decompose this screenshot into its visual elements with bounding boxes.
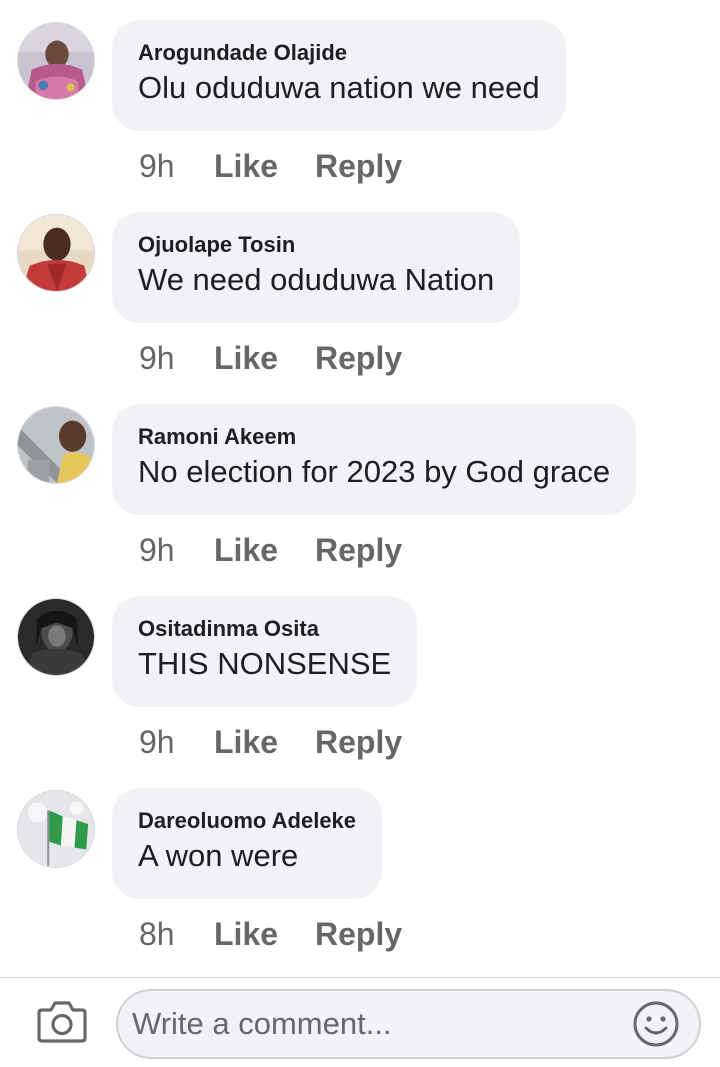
reply-button[interactable]: Reply bbox=[315, 724, 402, 761]
comment-item: Ramoni Akeem No election for 2023 by God… bbox=[0, 384, 720, 576]
avatar[interactable] bbox=[17, 22, 95, 100]
avatar[interactable] bbox=[17, 406, 95, 484]
comment-bubble: Arogundade Olajide Olu oduduwa nation we… bbox=[112, 20, 566, 131]
reply-button[interactable]: Reply bbox=[315, 916, 402, 953]
like-button[interactable]: Like bbox=[214, 916, 315, 953]
comment-timestamp[interactable]: 8h bbox=[139, 916, 214, 953]
comment-author[interactable]: Ramoni Akeem bbox=[138, 424, 610, 450]
profile-photo-icon bbox=[18, 23, 94, 99]
comment-author[interactable]: Arogundade Olajide bbox=[138, 40, 540, 66]
reply-button[interactable]: Reply bbox=[315, 532, 402, 569]
comment-actions: 9h Like Reply bbox=[139, 338, 402, 378]
comment-bubble: Ramoni Akeem No election for 2023 by God… bbox=[112, 404, 637, 515]
comment-actions: 9h Like Reply bbox=[139, 722, 402, 762]
comment-text: Olu oduduwa nation we need bbox=[138, 70, 540, 105]
reply-button[interactable]: Reply bbox=[315, 340, 402, 377]
comment-bubble: Ositadinma Osita THIS NONSENSE bbox=[112, 596, 418, 707]
like-button[interactable]: Like bbox=[214, 340, 315, 377]
comment-bubble: Ojuolape Tosin We need oduduwa Nation bbox=[112, 212, 521, 323]
comment-composer bbox=[0, 977, 720, 1067]
avatar[interactable] bbox=[17, 214, 95, 292]
smiley-icon[interactable] bbox=[632, 1000, 680, 1048]
comment-actions: 9h Like Reply bbox=[139, 530, 402, 570]
camera-icon[interactable] bbox=[36, 998, 88, 1044]
comment-text: No election for 2023 by God grace bbox=[138, 454, 611, 489]
comment-input[interactable] bbox=[116, 989, 701, 1059]
avatar[interactable] bbox=[17, 598, 95, 676]
comment-author[interactable]: Ositadinma Osita bbox=[138, 616, 391, 642]
comment-item: Ojuolape Tosin We need oduduwa Nation 9h… bbox=[0, 192, 720, 384]
reply-button[interactable]: Reply bbox=[315, 148, 402, 185]
comment-item: Dareoluomo Adeleke A won were 8h Like Re… bbox=[0, 768, 720, 960]
comment-bubble: Dareoluomo Adeleke A won were bbox=[112, 788, 383, 899]
comment-item: Ositadinma Osita THIS NONSENSE 9h Like R… bbox=[0, 576, 720, 768]
comment-text: We need oduduwa Nation bbox=[138, 262, 495, 297]
profile-photo-icon bbox=[18, 407, 94, 483]
profile-photo-icon bbox=[18, 215, 94, 291]
comment-timestamp[interactable]: 9h bbox=[139, 532, 214, 569]
comment-timestamp[interactable]: 9h bbox=[139, 148, 214, 185]
comment-item: Arogundade Olajide Olu oduduwa nation we… bbox=[0, 0, 720, 192]
like-button[interactable]: Like bbox=[214, 148, 315, 185]
comment-timestamp[interactable]: 9h bbox=[139, 724, 214, 761]
like-button[interactable]: Like bbox=[214, 532, 315, 569]
comment-author[interactable]: Dareoluomo Adeleke bbox=[138, 808, 356, 834]
like-button[interactable]: Like bbox=[214, 724, 315, 761]
profile-photo-icon bbox=[18, 599, 94, 675]
comment-timestamp[interactable]: 9h bbox=[139, 340, 214, 377]
comment-text: THIS NONSENSE bbox=[138, 646, 392, 681]
comment-author[interactable]: Ojuolape Tosin bbox=[138, 232, 494, 258]
profile-photo-icon bbox=[18, 791, 94, 867]
comment-actions: 8h Like Reply bbox=[139, 914, 402, 954]
avatar[interactable] bbox=[17, 790, 95, 868]
comment-text: A won were bbox=[138, 838, 299, 873]
comment-actions: 9h Like Reply bbox=[139, 146, 402, 186]
